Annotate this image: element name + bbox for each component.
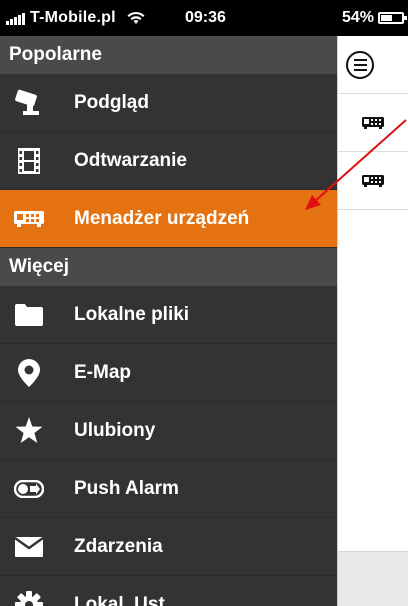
toggle-icon xyxy=(12,474,46,504)
camera-icon xyxy=(12,88,46,118)
menu-item-label: Menadżer urządzeń xyxy=(74,207,250,229)
menu-item-favorites[interactable]: Ulubiony xyxy=(0,402,337,460)
device-list-row[interactable] xyxy=(338,94,408,152)
menu-item-push-alarm[interactable]: Push Alarm xyxy=(0,460,337,518)
side-menu: Popolarne Podgląd Odtwarzanie Menadżer u… xyxy=(0,36,337,606)
folder-icon xyxy=(12,300,46,330)
wifi-icon xyxy=(127,11,145,24)
menu-item-preview[interactable]: Podgląd xyxy=(0,74,337,132)
status-bar: T-Mobile.pl 09:36 54% xyxy=(0,0,408,36)
dvr-device-icon xyxy=(362,175,384,187)
menu-item-local-files[interactable]: Lokalne pliki xyxy=(0,286,337,344)
menu-item-local-settings[interactable]: Lokal. Ust. xyxy=(0,576,337,606)
device-list-row[interactable] xyxy=(338,152,408,210)
gear-icon xyxy=(12,590,46,606)
menu-item-label: Zdarzenia xyxy=(74,535,163,557)
bottom-toolbar xyxy=(338,551,408,606)
battery-icon xyxy=(378,12,407,24)
menu-item-label: Odtwarzanie xyxy=(74,149,187,171)
section-header-popular: Popolarne xyxy=(0,36,337,74)
menu-item-playback[interactable]: Odtwarzanie xyxy=(0,132,337,190)
signal-icon xyxy=(6,11,25,25)
menu-item-events[interactable]: Zdarzenia xyxy=(0,518,337,576)
menu-item-emap[interactable]: E-Map xyxy=(0,344,337,402)
menu-item-label: Podgląd xyxy=(74,91,149,113)
star-icon xyxy=(12,416,46,446)
section-header-more: Więcej xyxy=(0,248,337,286)
menu-item-label: E-Map xyxy=(74,361,131,383)
status-time: 09:36 xyxy=(185,9,226,26)
main-content-panel xyxy=(337,36,408,606)
dvr-device-icon xyxy=(12,204,46,234)
map-pin-icon xyxy=(12,358,46,388)
dvr-device-icon xyxy=(362,117,384,129)
status-right: 54% xyxy=(341,9,407,27)
menu-item-label: Lokal. Ust. xyxy=(74,593,171,606)
menu-item-label: Lokalne pliki xyxy=(74,303,190,325)
status-left: T-Mobile.pl xyxy=(6,9,145,27)
screen: T-Mobile.pl 09:36 54% Popolarne Podgląd … xyxy=(0,0,408,606)
film-icon xyxy=(12,146,46,176)
menu-toggle-button[interactable] xyxy=(346,51,374,79)
battery-percent: 54% xyxy=(341,9,374,26)
menu-item-device-manager[interactable]: Menadżer urządzeń xyxy=(0,190,337,248)
content-header xyxy=(338,36,408,94)
carrier-name: T-Mobile.pl xyxy=(30,9,116,26)
menu-item-label: Push Alarm xyxy=(74,477,179,499)
menu-item-label: Ulubiony xyxy=(74,419,156,441)
envelope-icon xyxy=(12,532,46,562)
